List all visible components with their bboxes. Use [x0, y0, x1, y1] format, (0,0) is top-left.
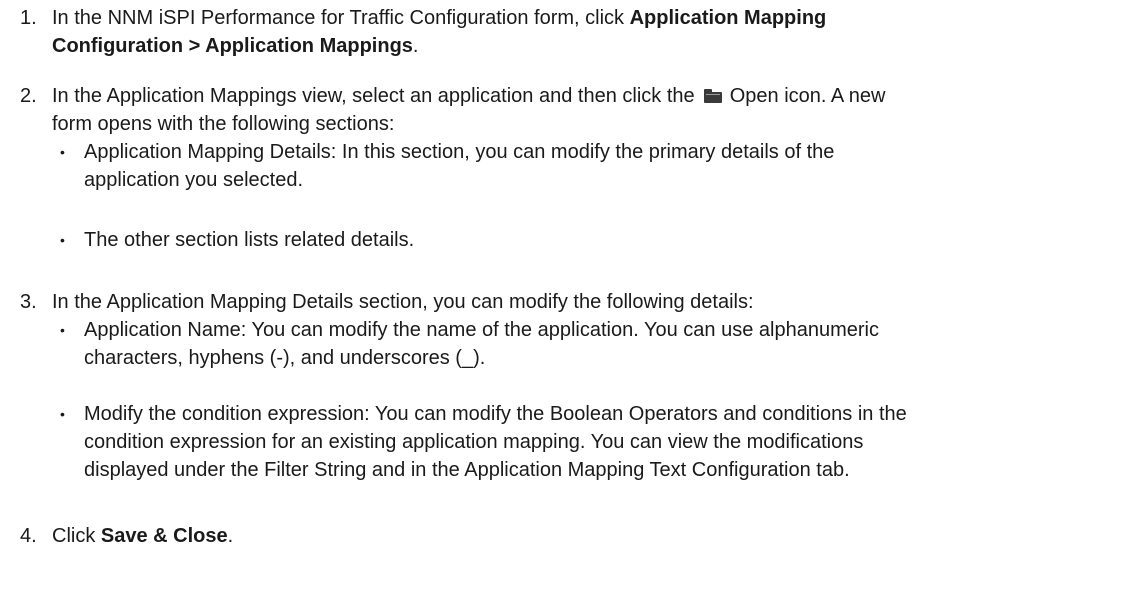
step-text: In the NNM iSPI Performance for Traffic …: [52, 4, 1137, 60]
step-text: Click Save & Close.: [52, 522, 1137, 550]
step-number: 3.: [20, 291, 37, 313]
step-number: 2.: [20, 85, 37, 107]
step-line: In the Application Mappings view, select…: [52, 82, 1137, 110]
bullet-glyph: •: [60, 144, 65, 160]
step-text: In the Application Mappings view, select…: [52, 82, 1137, 138]
step-line: In the Application Mapping Details secti…: [52, 291, 754, 313]
text-segment: Open icon. A new: [724, 85, 886, 107]
text-segment: In the Application Mappings view, select…: [52, 85, 701, 107]
bullet-glyph: •: [60, 406, 65, 422]
bullet-line: Application Name: You can modify the nam…: [84, 319, 879, 341]
bullet-text: The other section lists related details.: [84, 226, 1140, 254]
ui-path-bold: Application Mapping: [629, 7, 827, 29]
bullet-line: Modify the condition expression: You can…: [84, 403, 907, 425]
bullet-glyph: •: [60, 322, 65, 338]
bullet-line: characters, hyphens (-), and underscores…: [84, 347, 486, 369]
ui-path-bold: Configuration > Application Mappings: [52, 35, 413, 57]
bullet-text: Application Mapping Details: In this sec…: [84, 138, 1140, 194]
text-segment: .: [412, 35, 419, 57]
bullet-line: Application Mapping Details: In this sec…: [84, 141, 835, 163]
bullet-line: application you selected.: [84, 169, 304, 191]
text-segment: Click: [52, 525, 101, 547]
step-line: form opens with the following sections:: [52, 110, 1137, 138]
bullet-line: The other section lists related details.: [84, 229, 415, 251]
step-line: Click Save & Close.: [52, 522, 1137, 550]
text-segment: In the NNM iSPI Performance for Traffic …: [52, 7, 630, 29]
text-segment: form opens with the following sections:: [52, 113, 395, 135]
bullet-glyph: •: [60, 232, 65, 248]
bullet-line: condition expression for an existing app…: [84, 431, 864, 453]
document: 1. In the NNM iSPI Performance for Traff…: [0, 0, 1146, 610]
ui-path-bold: Save & Close: [100, 525, 228, 547]
bullet-text: Application Name: You can modify the nam…: [84, 316, 1140, 372]
folder-icon: [704, 89, 723, 103]
step-number: 1.: [20, 7, 37, 29]
text-segment: .: [227, 525, 234, 547]
bullet-text: Modify the condition expression: You can…: [84, 400, 1140, 484]
bullet-line: displayed under the Filter String and in…: [84, 459, 850, 481]
step-line: Configuration > Application Mappings.: [52, 32, 1137, 60]
step-number: 4.: [20, 525, 37, 547]
step-text: In the Application Mapping Details secti…: [52, 288, 1137, 316]
step-line: In the NNM iSPI Performance for Traffic …: [52, 4, 1137, 32]
